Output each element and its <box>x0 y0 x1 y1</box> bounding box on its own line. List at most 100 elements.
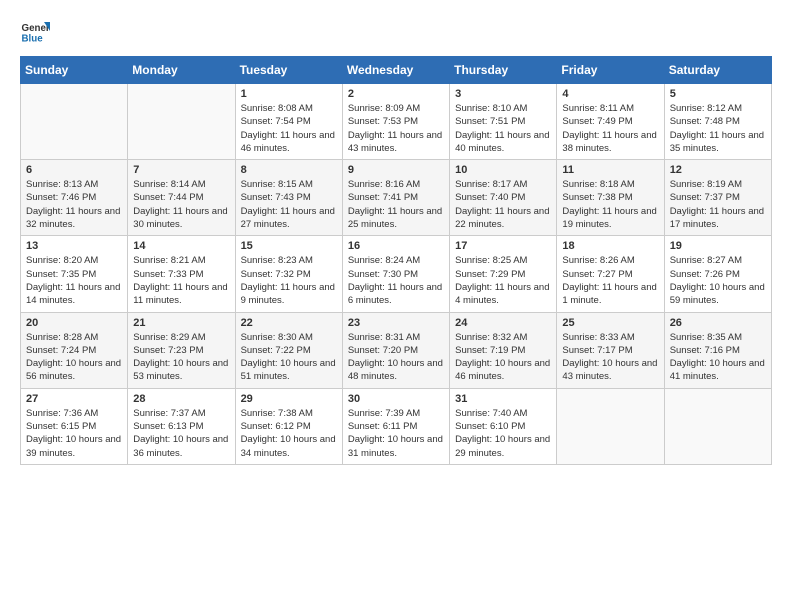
day-number: 23 <box>348 317 444 329</box>
week-row-3: 13 Sunrise: 8:20 AM Sunset: 7:35 PM Dayli… <box>21 236 772 312</box>
day-cell: 21Sunrise: 8:29 AM Sunset: 7:23 PM Dayli… <box>128 312 235 388</box>
day-cell: 27 Sunrise: 7:36 AM Sunset: 6:15 PM Dayli… <box>21 388 128 464</box>
day-info: Sunrise: 7:36 AM Sunset: 6:15 PM Dayligh… <box>26 407 122 460</box>
day-cell: 26Sunrise: 8:35 AM Sunset: 7:16 PM Dayli… <box>664 312 771 388</box>
logo: General Blue <box>20 16 54 46</box>
day-cell: 31 Sunrise: 7:40 AM Sunset: 6:10 PM Dayli… <box>450 388 557 464</box>
day-number: 16 <box>348 240 444 252</box>
day-info: Sunrise: 8:31 AM Sunset: 7:20 PM Dayligh… <box>348 331 444 384</box>
day-number: 4 <box>562 88 658 100</box>
header-cell-monday: Monday <box>128 57 235 84</box>
day-info: Sunrise: 8:25 AM Sunset: 7:29 PM Dayligh… <box>455 254 551 307</box>
header-cell-saturday: Saturday <box>664 57 771 84</box>
day-number: 9 <box>348 164 444 176</box>
day-info: Sunrise: 7:37 AM Sunset: 6:13 PM Dayligh… <box>133 407 229 460</box>
day-info: Sunrise: 8:29 AM Sunset: 7:23 PM Dayligh… <box>133 331 229 384</box>
day-number: 7 <box>133 164 229 176</box>
day-info: Sunrise: 8:14 AM Sunset: 7:44 PM Dayligh… <box>133 178 229 231</box>
day-cell: 18 Sunrise: 8:26 AM Sunset: 7:27 PM Dayli… <box>557 236 664 312</box>
day-cell: 6Sunrise: 8:13 AM Sunset: 7:46 PM Daylig… <box>21 160 128 236</box>
header-cell-friday: Friday <box>557 57 664 84</box>
day-cell: 4 Sunrise: 8:11 AM Sunset: 7:49 PM Daylig… <box>557 84 664 160</box>
day-number: 8 <box>241 164 337 176</box>
header-cell-tuesday: Tuesday <box>235 57 342 84</box>
header-cell-wednesday: Wednesday <box>342 57 449 84</box>
day-cell: 12 Sunrise: 8:19 AM Sunset: 7:37 PM Dayli… <box>664 160 771 236</box>
header-cell-thursday: Thursday <box>450 57 557 84</box>
day-info: Sunrise: 8:32 AM Sunset: 7:19 PM Dayligh… <box>455 331 551 384</box>
day-number: 5 <box>670 88 766 100</box>
day-info: Sunrise: 8:27 AM Sunset: 7:26 PM Dayligh… <box>670 254 766 307</box>
day-info: Sunrise: 8:28 AM Sunset: 7:24 PM Dayligh… <box>26 331 122 384</box>
day-info: Sunrise: 7:40 AM Sunset: 6:10 PM Dayligh… <box>455 407 551 460</box>
day-number: 17 <box>455 240 551 252</box>
day-number: 1 <box>241 88 337 100</box>
day-info: Sunrise: 8:11 AM Sunset: 7:49 PM Dayligh… <box>562 102 658 155</box>
day-number: 11 <box>562 164 658 176</box>
day-number: 3 <box>455 88 551 100</box>
day-info: Sunrise: 8:15 AM Sunset: 7:43 PM Dayligh… <box>241 178 337 231</box>
svg-text:General: General <box>22 23 51 34</box>
day-info: Sunrise: 8:19 AM Sunset: 7:37 PM Dayligh… <box>670 178 766 231</box>
day-number: 20 <box>26 317 122 329</box>
day-info: Sunrise: 7:38 AM Sunset: 6:12 PM Dayligh… <box>241 407 337 460</box>
day-number: 24 <box>455 317 551 329</box>
day-cell: 13 Sunrise: 8:20 AM Sunset: 7:35 PM Dayli… <box>21 236 128 312</box>
day-cell: 20 Sunrise: 8:28 AM Sunset: 7:24 PM Dayli… <box>21 312 128 388</box>
day-info: Sunrise: 8:30 AM Sunset: 7:22 PM Dayligh… <box>241 331 337 384</box>
day-info: Sunrise: 8:10 AM Sunset: 7:51 PM Dayligh… <box>455 102 551 155</box>
day-cell: 2 Sunrise: 8:09 AM Sunset: 7:53 PM Daylig… <box>342 84 449 160</box>
day-cell: 10Sunrise: 8:17 AM Sunset: 7:40 PM Dayli… <box>450 160 557 236</box>
day-cell: 22Sunrise: 8:30 AM Sunset: 7:22 PM Dayli… <box>235 312 342 388</box>
day-number: 6 <box>26 164 122 176</box>
day-cell <box>21 84 128 160</box>
day-info: Sunrise: 8:12 AM Sunset: 7:48 PM Dayligh… <box>670 102 766 155</box>
svg-text:Blue: Blue <box>22 34 44 45</box>
day-number: 25 <box>562 317 658 329</box>
day-number: 27 <box>26 393 122 405</box>
day-info: Sunrise: 8:23 AM Sunset: 7:32 PM Dayligh… <box>241 254 337 307</box>
day-cell: 7 Sunrise: 8:14 AM Sunset: 7:44 PM Daylig… <box>128 160 235 236</box>
day-info: Sunrise: 8:16 AM Sunset: 7:41 PM Dayligh… <box>348 178 444 231</box>
day-number: 29 <box>241 393 337 405</box>
header-row: SundayMondayTuesdayWednesdayThursdayFrid… <box>21 57 772 84</box>
day-number: 26 <box>670 317 766 329</box>
day-info: Sunrise: 8:20 AM Sunset: 7:35 PM Dayligh… <box>26 254 122 307</box>
day-cell: 23 Sunrise: 8:31 AM Sunset: 7:20 PM Dayli… <box>342 312 449 388</box>
logo-icon: General Blue <box>20 16 50 46</box>
day-cell: 11 Sunrise: 8:18 AM Sunset: 7:38 PM Dayli… <box>557 160 664 236</box>
day-info: Sunrise: 8:33 AM Sunset: 7:17 PM Dayligh… <box>562 331 658 384</box>
day-cell: 30Sunrise: 7:39 AM Sunset: 6:11 PM Dayli… <box>342 388 449 464</box>
day-cell: 9 Sunrise: 8:16 AM Sunset: 7:41 PM Daylig… <box>342 160 449 236</box>
day-cell: 29 Sunrise: 7:38 AM Sunset: 6:12 PM Dayli… <box>235 388 342 464</box>
day-number: 31 <box>455 393 551 405</box>
day-number: 15 <box>241 240 337 252</box>
day-cell: 17 Sunrise: 8:25 AM Sunset: 7:29 PM Dayli… <box>450 236 557 312</box>
day-info: Sunrise: 8:18 AM Sunset: 7:38 PM Dayligh… <box>562 178 658 231</box>
day-number: 13 <box>26 240 122 252</box>
day-number: 12 <box>670 164 766 176</box>
day-number: 10 <box>455 164 551 176</box>
day-number: 2 <box>348 88 444 100</box>
day-cell: 24 Sunrise: 8:32 AM Sunset: 7:19 PM Dayli… <box>450 312 557 388</box>
calendar-table: SundayMondayTuesdayWednesdayThursdayFrid… <box>20 56 772 465</box>
day-info: Sunrise: 8:09 AM Sunset: 7:53 PM Dayligh… <box>348 102 444 155</box>
week-row-4: 20 Sunrise: 8:28 AM Sunset: 7:24 PM Dayli… <box>21 312 772 388</box>
day-cell: 14Sunrise: 8:21 AM Sunset: 7:33 PM Dayli… <box>128 236 235 312</box>
day-number: 18 <box>562 240 658 252</box>
day-number: 28 <box>133 393 229 405</box>
day-cell <box>664 388 771 464</box>
day-info: Sunrise: 8:21 AM Sunset: 7:33 PM Dayligh… <box>133 254 229 307</box>
day-cell: 1Sunrise: 8:08 AM Sunset: 7:54 PM Daylig… <box>235 84 342 160</box>
day-cell: 8 Sunrise: 8:15 AM Sunset: 7:43 PM Daylig… <box>235 160 342 236</box>
day-cell: 5 Sunrise: 8:12 AM Sunset: 7:48 PM Daylig… <box>664 84 771 160</box>
calendar-body: 1Sunrise: 8:08 AM Sunset: 7:54 PM Daylig… <box>21 84 772 465</box>
day-cell: 28 Sunrise: 7:37 AM Sunset: 6:13 PM Dayli… <box>128 388 235 464</box>
day-cell <box>557 388 664 464</box>
day-info: Sunrise: 8:26 AM Sunset: 7:27 PM Dayligh… <box>562 254 658 307</box>
day-cell: 3 Sunrise: 8:10 AM Sunset: 7:51 PM Daylig… <box>450 84 557 160</box>
day-cell: 19Sunrise: 8:27 AM Sunset: 7:26 PM Dayli… <box>664 236 771 312</box>
week-row-1: 1Sunrise: 8:08 AM Sunset: 7:54 PM Daylig… <box>21 84 772 160</box>
day-cell <box>128 84 235 160</box>
header-cell-sunday: Sunday <box>21 57 128 84</box>
